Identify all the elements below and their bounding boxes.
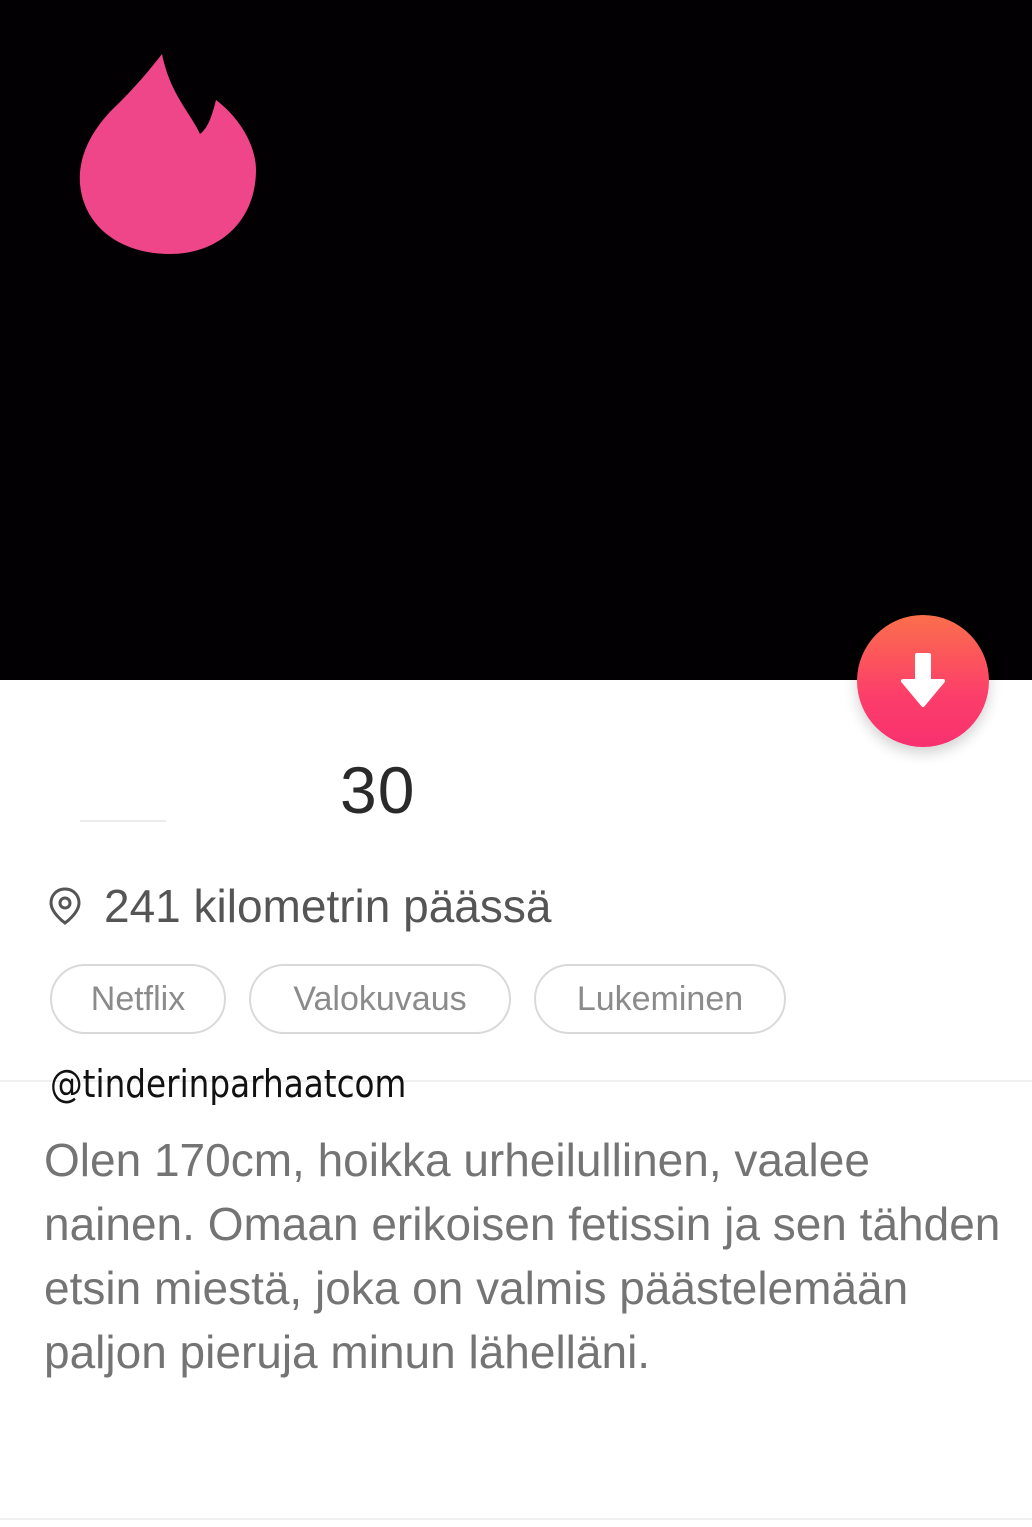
profile-photo[interactable]	[0, 0, 1032, 680]
collapse-profile-button[interactable]	[857, 615, 989, 747]
arrow-down-icon	[901, 653, 945, 707]
interest-tag: Lukeminen	[534, 964, 786, 1034]
tinder-flame-icon	[79, 54, 256, 254]
profile-bio: Olen 170cm, hoikka urheilullinen, vaalee…	[44, 1134, 1001, 1378]
watermark: @tinderinparhaatcom	[50, 1062, 407, 1106]
location-row: 241 kilometrin päässä	[48, 876, 551, 936]
section-divider	[0, 1518, 1032, 1520]
location-pin-icon	[49, 887, 81, 925]
interest-tag: Valokuvaus	[249, 964, 511, 1034]
interest-tag: Netflix	[50, 964, 226, 1034]
location-distance: 241 kilometrin päässä	[104, 880, 552, 932]
interest-tags: Netflix Valokuvaus Lukeminen	[50, 964, 786, 1034]
profile-age: 30	[340, 753, 416, 827]
name-redacted	[80, 820, 166, 822]
